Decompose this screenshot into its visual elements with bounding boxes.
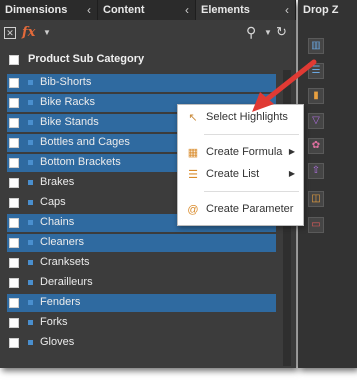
parameter-icon: @ bbox=[187, 204, 199, 216]
menu-divider bbox=[204, 191, 299, 192]
item-checkbox[interactable] bbox=[9, 338, 19, 348]
menu-item-create-formula[interactable]: ▦ Create Formula ▶ bbox=[178, 142, 303, 164]
member-square-icon bbox=[28, 160, 33, 165]
menu-item-create-list[interactable]: ☰ Create List ▶ bbox=[178, 164, 303, 186]
item-checkbox[interactable] bbox=[9, 278, 19, 288]
menu-divider bbox=[204, 134, 299, 135]
member-square-icon bbox=[28, 300, 33, 305]
item-checkbox[interactable] bbox=[9, 138, 19, 148]
member-square-icon bbox=[28, 200, 33, 205]
member-square-icon bbox=[28, 320, 33, 325]
list-item-label: Cranksets bbox=[40, 256, 90, 268]
item-checkbox[interactable] bbox=[9, 318, 19, 328]
item-checkbox[interactable] bbox=[9, 298, 19, 308]
member-square-icon bbox=[28, 80, 33, 85]
item-checkbox[interactable] bbox=[9, 238, 19, 248]
rows-icon[interactable]: ☰ bbox=[308, 63, 324, 79]
list-item[interactable]: Cleaners bbox=[0, 233, 296, 253]
list-item[interactable]: Forks bbox=[0, 313, 296, 333]
tab-elements[interactable]: Elements ‹ bbox=[196, 0, 296, 20]
comment-icon[interactable]: ▭ bbox=[308, 217, 324, 233]
menu-item-label: Create Parameter bbox=[206, 203, 294, 215]
select-all-checkbox[interactable] bbox=[9, 55, 19, 65]
item-checkbox[interactable] bbox=[9, 158, 19, 168]
list-item-label: Fenders bbox=[40, 296, 81, 308]
formula-icon: ▦ bbox=[187, 147, 199, 159]
item-checkbox[interactable] bbox=[9, 178, 19, 188]
menu-item-label: Select Highlights bbox=[206, 111, 288, 123]
member-square-icon bbox=[28, 140, 33, 145]
tab-content-label: Content bbox=[103, 4, 145, 16]
list-item-label: Gloves bbox=[40, 336, 75, 348]
fx-icon[interactable]: fx bbox=[22, 25, 35, 40]
submenu-arrow-icon: ▶ bbox=[288, 169, 295, 178]
list-item-label: Bike Racks bbox=[40, 96, 96, 108]
item-checkbox[interactable] bbox=[9, 198, 19, 208]
list-item-label: Caps bbox=[40, 196, 66, 208]
drop-zone-title: Drop Z bbox=[303, 4, 339, 16]
list-item[interactable]: Cranksets bbox=[0, 253, 296, 273]
tab-content[interactable]: Content ‹ bbox=[98, 0, 196, 20]
chart-icon[interactable]: ▮ bbox=[308, 88, 324, 104]
columns-icon[interactable]: ▥ bbox=[308, 38, 324, 54]
item-checkbox[interactable] bbox=[9, 118, 19, 128]
caret-down-icon[interactable]: ▼ bbox=[264, 28, 272, 37]
list-item[interactable]: Gloves bbox=[0, 333, 296, 353]
menu-item-create-parameter[interactable]: @ Create Parameter bbox=[178, 199, 303, 221]
member-square-icon bbox=[28, 340, 33, 345]
list-item-label: Bib-Shorts bbox=[40, 76, 92, 88]
tab-dimensions[interactable]: Dimensions ‹ bbox=[0, 0, 98, 20]
list-item-label: Forks bbox=[40, 316, 68, 328]
refresh-icon[interactable]: ↻ bbox=[276, 24, 287, 40]
menu-item-label: Create Formula bbox=[206, 146, 283, 158]
item-checkbox[interactable] bbox=[9, 78, 19, 88]
chevron-left-icon[interactable]: ‹ bbox=[185, 0, 189, 20]
tab-elements-label: Elements bbox=[201, 4, 250, 16]
item-checkbox[interactable] bbox=[9, 98, 19, 108]
list-item[interactable]: Fenders bbox=[0, 293, 296, 313]
member-square-icon bbox=[28, 240, 33, 245]
list-item-label: Bottom Brackets bbox=[40, 156, 121, 168]
list-item-label: Bottles and Cages bbox=[40, 136, 130, 148]
chevron-left-icon[interactable]: ‹ bbox=[285, 0, 289, 20]
list-item-label: Derailleurs bbox=[40, 276, 93, 288]
item-checkbox[interactable] bbox=[9, 218, 19, 228]
member-square-icon bbox=[28, 260, 33, 265]
caret-down-icon[interactable]: ▼ bbox=[43, 28, 51, 37]
menu-item-label: Create List bbox=[206, 168, 260, 180]
color-icon[interactable]: ✿ bbox=[308, 138, 324, 154]
list-header: Product Sub Category bbox=[0, 50, 296, 70]
upload-icon[interactable]: ⇧ bbox=[308, 163, 324, 179]
list-item[interactable]: Derailleurs bbox=[0, 273, 296, 293]
list-item-label: Cleaners bbox=[40, 236, 85, 248]
drop-zone-panel: Drop Z bbox=[298, 0, 357, 368]
filter-icon[interactable]: ▽ bbox=[308, 113, 324, 129]
member-square-icon bbox=[28, 180, 33, 185]
search-icon[interactable]: ⚲ bbox=[246, 24, 256, 41]
chevron-left-icon[interactable]: ‹ bbox=[87, 0, 91, 20]
member-square-icon bbox=[28, 280, 33, 285]
menu-item-select-highlights[interactable]: ↖ Select Highlights bbox=[178, 107, 303, 129]
list-item[interactable]: Bib-Shorts bbox=[0, 73, 296, 93]
member-square-icon bbox=[28, 120, 33, 125]
member-square-icon bbox=[28, 220, 33, 225]
context-menu: ↖ Select Highlights ▦ Create Formula ▶ ☰… bbox=[177, 104, 304, 226]
cursor-highlight-icon: ↖ bbox=[188, 112, 198, 124]
tab-dimensions-label: Dimensions bbox=[5, 4, 68, 16]
list-icon: ☰ bbox=[188, 169, 198, 181]
list-item-label: Bike Stands bbox=[40, 116, 99, 128]
list-header-label: Product Sub Category bbox=[28, 53, 145, 65]
close-box-icon[interactable]: ✕ bbox=[4, 27, 16, 39]
submenu-arrow-icon: ▶ bbox=[288, 147, 295, 156]
member-square-icon bbox=[28, 100, 33, 105]
tab-bar: Dimensions ‹ Content ‹ Elements ‹ bbox=[0, 0, 296, 20]
save-icon[interactable]: ◫ bbox=[308, 191, 324, 207]
elements-toolbar: ✕ fx ▼ ⚲ ▼ ↻ bbox=[0, 20, 296, 48]
list-item-label: Chains bbox=[40, 216, 75, 228]
item-checkbox[interactable] bbox=[9, 258, 19, 268]
list-item-label: Brakes bbox=[40, 176, 75, 188]
